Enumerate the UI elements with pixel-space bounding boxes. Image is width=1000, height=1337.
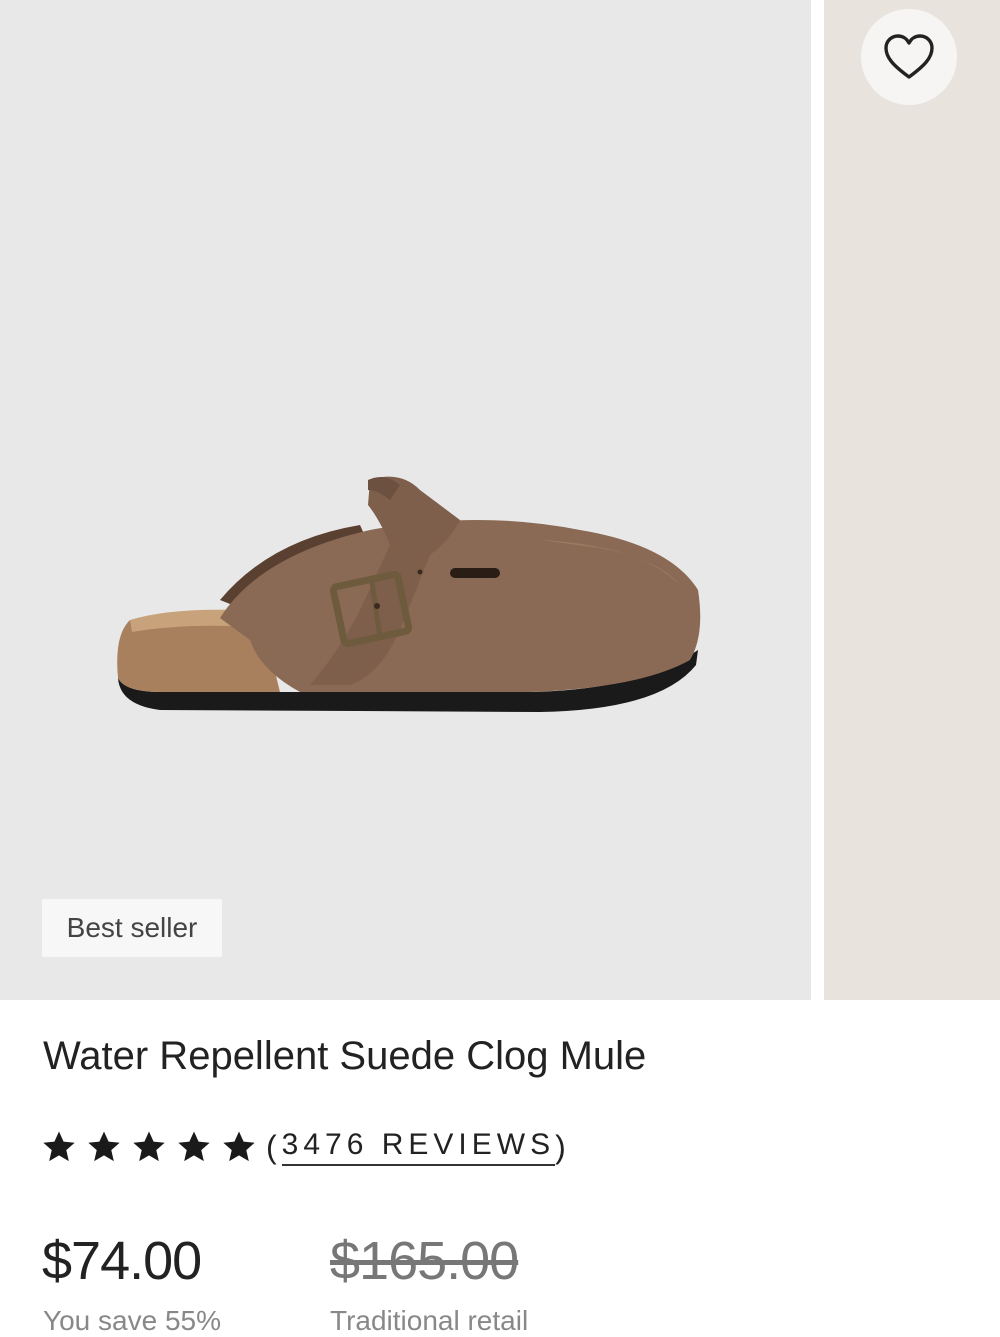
star-filled-icon bbox=[133, 1131, 165, 1162]
favorite-button[interactable] bbox=[861, 9, 957, 105]
star-filled-icon bbox=[223, 1131, 255, 1162]
savings-text: You save 55% bbox=[43, 1305, 221, 1336]
star-filled-icon bbox=[178, 1131, 210, 1162]
best-seller-badge: Best seller bbox=[42, 899, 222, 957]
star-rating bbox=[40, 1128, 258, 1166]
retail-price: $165.00 bbox=[330, 1231, 519, 1291]
star-filled-icon bbox=[88, 1131, 120, 1162]
heart-outline-icon bbox=[884, 34, 934, 79]
reviews-close-paren: ) bbox=[555, 1128, 571, 1165]
reviews-count-link[interactable]: 3476 REVIEWS bbox=[281, 1128, 556, 1166]
product-image-slide[interactable]: Best seller bbox=[0, 0, 811, 1000]
next-image-slide-peek[interactable] bbox=[824, 0, 1000, 1000]
clog-mule-image bbox=[117, 476, 701, 712]
sale-price: $74.00 bbox=[42, 1231, 202, 1291]
retail-label: Traditional retail bbox=[330, 1305, 529, 1336]
star-filled-icon bbox=[43, 1131, 75, 1162]
product-title[interactable]: Water Repellent Suede Clog Mule bbox=[43, 1034, 646, 1079]
product-rating[interactable]: ( 3476 REVIEWS ) bbox=[40, 1125, 571, 1169]
reviews-link[interactable]: ( 3476 REVIEWS ) bbox=[266, 1128, 571, 1166]
reviews-open-paren: ( bbox=[266, 1128, 282, 1165]
product-image-gallery[interactable]: Best seller bbox=[0, 0, 1000, 1000]
